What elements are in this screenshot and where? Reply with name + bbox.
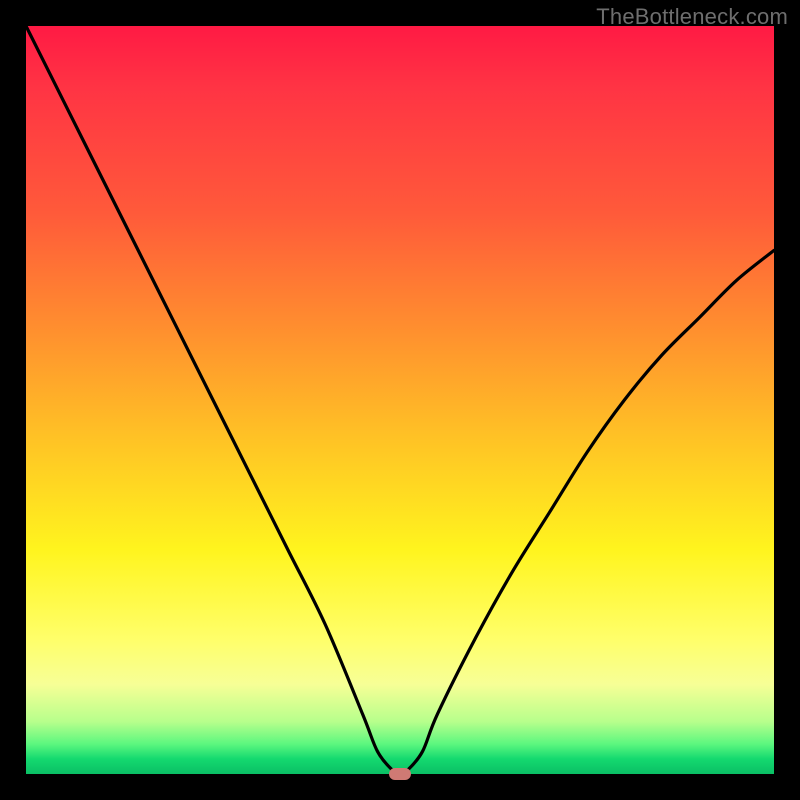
chart-frame: TheBottleneck.com	[0, 0, 800, 800]
bottleneck-curve	[26, 26, 774, 774]
watermark-text: TheBottleneck.com	[596, 4, 788, 30]
chart-plot-area	[26, 26, 774, 774]
optimum-marker	[389, 768, 411, 780]
